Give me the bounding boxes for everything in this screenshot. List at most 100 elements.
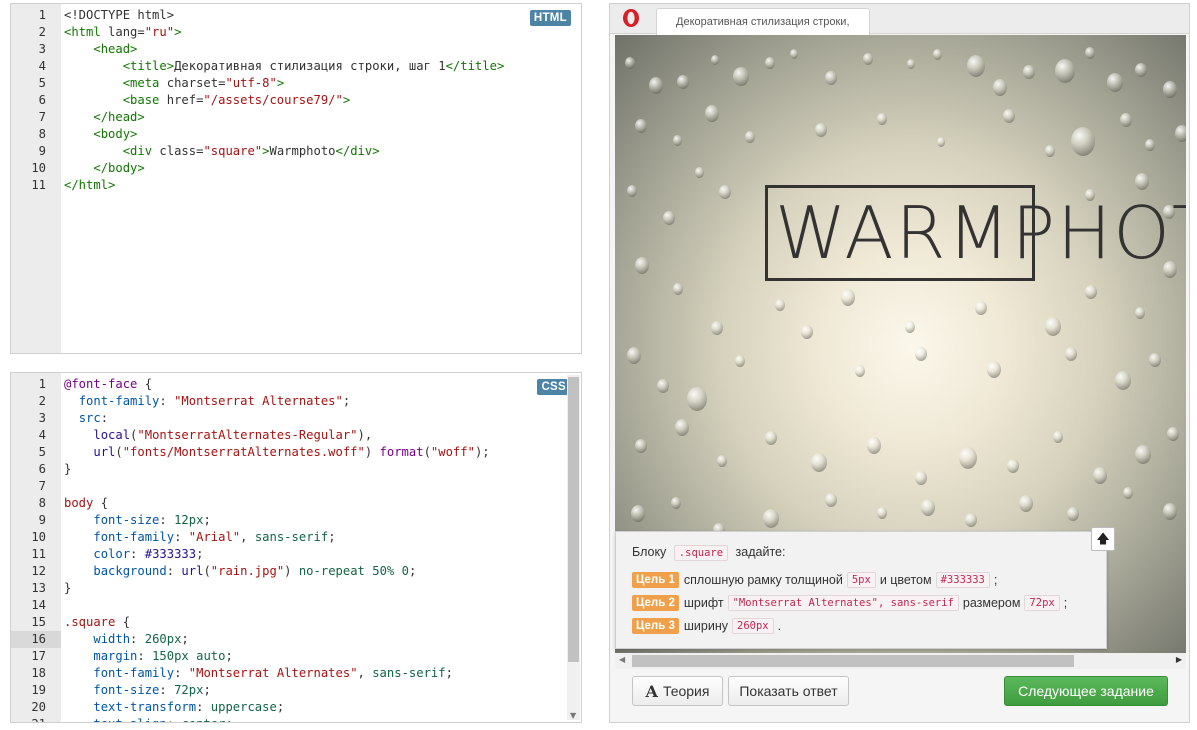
css-line-code[interactable]: text-transform: uppercase; <box>64 699 284 716</box>
css-scrollbar[interactable]: ▼ <box>567 375 580 720</box>
html-line-code[interactable]: </head> <box>64 109 144 126</box>
html-code[interactable]: 1 <!DOCTYPE html> 2 <html lang="ru"> 3 <head… <box>11 7 581 194</box>
css-line-code[interactable]: font-family: "Arial", sans-serif; <box>64 529 335 546</box>
html-token <box>64 76 123 90</box>
html-line[interactable]: 7 </head> <box>11 109 581 126</box>
css-line-code[interactable]: } <box>64 580 71 597</box>
html-line[interactable]: 10 </body> <box>11 160 581 177</box>
css-token <box>64 513 93 527</box>
css-line[interactable]: 13} <box>11 580 581 597</box>
css-token <box>189 649 196 663</box>
html-line[interactable]: 2 <html lang="ru"> <box>11 24 581 41</box>
html-line-code[interactable]: <head> <box>64 41 137 58</box>
css-line[interactable]: 18 font-family: "Montserrat Alternates",… <box>11 665 581 682</box>
css-line[interactable]: 2 font-family: "Montserrat Alternates"; <box>11 393 581 410</box>
preview-hscrollbar-thumb[interactable] <box>632 655 1074 667</box>
css-line[interactable]: 12 background: url("rain.jpg") no-repeat… <box>11 563 581 580</box>
css-line[interactable]: 14 <box>11 597 581 614</box>
css-token <box>64 700 93 714</box>
css-editor[interactable]: 1 @font-face {2 font-family: "Montserrat … <box>10 372 582 723</box>
css-line[interactable]: 11 color: #333333; <box>11 546 581 563</box>
css-line[interactable]: 21 text-align: center; <box>11 716 581 722</box>
html-line[interactable]: 9 <div class="square">Warmphoto</div> <box>11 143 581 160</box>
css-line-code[interactable]: @font-face { <box>64 376 152 393</box>
css-line[interactable]: 8 body { <box>11 495 581 512</box>
css-line-code[interactable]: font-size: 12px; <box>64 512 210 529</box>
scroll-right-arrow-icon[interactable]: ▶ <box>1176 655 1182 664</box>
html-line-code[interactable]: <div class="square">Warmphoto</div> <box>64 143 380 160</box>
css-line-number: 7 <box>38 479 46 493</box>
css-line[interactable]: 1 @font-face { <box>11 376 581 393</box>
css-line-number: 3 <box>38 411 46 425</box>
html-line[interactable]: 4 <title>Декоративная стилизация строки,… <box>11 58 581 75</box>
css-token: , <box>240 530 255 544</box>
goal-2-label: Цель 2 <box>632 595 679 611</box>
html-line-code[interactable]: <body> <box>64 126 137 143</box>
css-scrollbar-thumb[interactable] <box>568 377 579 662</box>
css-line-code[interactable]: .square { <box>64 614 130 631</box>
css-line[interactable]: 5 url("fonts/MontserratAlternates.woff")… <box>11 444 581 461</box>
html-line-code[interactable]: </body> <box>64 160 144 177</box>
css-line-code[interactable]: url("fonts/MontserratAlternates.woff") f… <box>64 444 490 461</box>
html-line[interactable]: 8 <body> <box>11 126 581 143</box>
scroll-left-arrow-icon[interactable]: ◀ <box>619 655 625 664</box>
html-line[interactable]: 1 <!DOCTYPE html> <box>11 7 581 24</box>
css-line[interactable]: 19 font-size: 72px; <box>11 682 581 699</box>
html-editor[interactable]: 1 <!DOCTYPE html> 2 <html lang="ru"> 3 <head… <box>10 3 582 354</box>
html-line[interactable]: 11 </html> <box>11 177 581 194</box>
theory-button[interactable]: A Теория <box>632 676 723 706</box>
css-line-code[interactable]: font-size: 72px; <box>64 682 210 699</box>
css-line-code[interactable]: src: <box>64 410 108 427</box>
css-token: text-align <box>93 717 166 722</box>
css-token: "fonts/MontserratAlternates.woff" <box>122 445 365 459</box>
preview-hscrollbar[interactable]: ◀ ▶ <box>615 653 1186 669</box>
html-line-code[interactable]: <!DOCTYPE html> <box>64 7 174 24</box>
water-drop <box>1007 459 1019 473</box>
css-line-code[interactable]: font-family: "Montserrat Alternates", sa… <box>64 665 453 682</box>
next-task-button[interactable]: Следующее задание <box>1004 676 1168 706</box>
css-line[interactable]: 16 width: 260px; <box>11 631 581 648</box>
css-token: ); <box>474 445 490 459</box>
css-line[interactable]: 9 font-size: 12px; <box>11 512 581 529</box>
water-drop <box>677 75 689 89</box>
css-line[interactable]: 7 <box>11 478 581 495</box>
css-code[interactable]: 1 @font-face {2 font-family: "Montserrat … <box>11 376 581 722</box>
css-token <box>64 547 93 561</box>
css-line[interactable]: 20 text-transform: uppercase; <box>11 699 581 716</box>
html-line-code[interactable]: <meta charset="utf-8"> <box>64 75 284 92</box>
goal-2-pill-size: 72px <box>1024 595 1060 611</box>
css-line[interactable]: 6} <box>11 461 581 478</box>
show-answer-button[interactable]: Показать ответ <box>728 676 849 706</box>
html-line[interactable]: 5 <meta charset="utf-8"> <box>11 75 581 92</box>
css-line-code[interactable]: margin: 150px auto; <box>64 648 232 665</box>
css-line[interactable]: 3 src: <box>11 410 581 427</box>
css-line-code[interactable]: color: #333333; <box>64 546 203 563</box>
browser-tab[interactable]: Декоративная стилизация строки, <box>656 8 870 35</box>
css-line-code[interactable]: } <box>64 461 71 478</box>
css-line-code[interactable]: body { <box>64 495 108 512</box>
css-line-code[interactable]: width: 260px; <box>64 631 189 648</box>
css-line-code[interactable]: font-family: "Montserrat Alternates"; <box>64 393 351 410</box>
water-drop <box>719 185 731 199</box>
css-line-code[interactable]: background: url("rain.jpg") no-repeat 50… <box>64 563 416 580</box>
css-line[interactable]: 15 .square { <box>11 614 581 631</box>
css-line-code[interactable]: text-align: center; <box>64 716 232 722</box>
collapse-task-button[interactable]: 🡅 <box>1091 527 1115 551</box>
html-line-code[interactable]: <base href="/assets/course79/"> <box>64 92 350 109</box>
css-token <box>64 649 93 663</box>
water-drop <box>959 447 977 469</box>
html-line-code[interactable]: </html> <box>64 177 115 194</box>
css-line[interactable]: 4 local("MontserratAlternates-Regular"), <box>11 427 581 444</box>
css-line-code[interactable]: local("MontserratAlternates-Regular"), <box>64 427 372 444</box>
scroll-down-arrow-icon[interactable]: ▼ <box>570 711 576 720</box>
html-line[interactable]: 3 <head> <box>11 41 581 58</box>
css-line[interactable]: 17 margin: 150px auto; <box>11 648 581 665</box>
html-line-code[interactable]: <html lang="ru"> <box>64 24 181 41</box>
html-line[interactable]: 6 <base href="/assets/course79/"> <box>11 92 581 109</box>
css-line[interactable]: 10 font-family: "Arial", sans-serif; <box>11 529 581 546</box>
water-drop <box>987 361 1001 378</box>
html-line-code[interactable]: <title>Декоративная стилизация строки, ш… <box>64 58 505 75</box>
css-line-number: 4 <box>38 428 46 442</box>
html-token: <head> <box>93 42 138 56</box>
css-token: ; <box>181 632 189 646</box>
